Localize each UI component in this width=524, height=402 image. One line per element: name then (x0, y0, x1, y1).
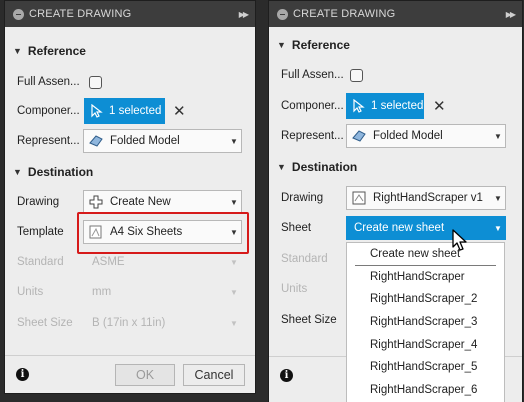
representation-row: Represent... Folded Model ▼ (5, 128, 255, 154)
mouse-pointer-icon (452, 229, 467, 251)
units-row: Units mm ▼ (5, 279, 255, 305)
menu-item-create-new-sheet[interactable]: Create new sheet (355, 243, 496, 266)
template-label: Template (17, 226, 64, 238)
components-row: Componer... 1 selected ✕ (269, 93, 522, 119)
info-icon[interactable]: i (280, 369, 293, 382)
chevron-down-icon: ▼ (494, 223, 502, 233)
reference-section-header[interactable]: ▼ Reference (269, 33, 522, 57)
reference-section-header[interactable]: ▼ Reference (5, 39, 255, 63)
full-assembly-label: Full Assen... (17, 76, 80, 88)
units-label: Units (281, 283, 308, 295)
representation-label: Represent... (17, 135, 80, 147)
representation-dropdown[interactable]: Folded Model ▼ (346, 124, 506, 148)
menu-item-sheet[interactable]: RightHandScraper_2 (347, 288, 504, 311)
sheet-dropdown[interactable]: Create new sheet ▼ (346, 216, 506, 240)
dialog-title: CREATE DRAWING (293, 8, 396, 20)
standard-dropdown: ASME ▼ (83, 250, 242, 274)
sheet-row: Sheet Create new sheet ▼ (269, 215, 522, 241)
chevron-down-icon: ▼ (230, 287, 238, 297)
clear-x-icon[interactable]: ✕ (173, 102, 186, 120)
expand-icon[interactable]: ▶▶ (506, 10, 516, 19)
select-cursor-icon (353, 99, 365, 113)
full-assembly-checkbox[interactable] (350, 68, 363, 82)
sheet-size-row: Sheet Size B (17in x 11in) ▼ (5, 310, 255, 336)
full-assembly-row: Full Assen... (269, 62, 522, 88)
chevron-down-icon: ▼ (230, 257, 238, 267)
components-label: Componer... (17, 105, 80, 117)
sheet-dropdown-menu: Create new sheet RightHandScraper RightH… (346, 242, 505, 402)
sheet-label: Sheet (281, 222, 312, 234)
template-dropdown[interactable]: A4 Six Sheets ▼ (83, 220, 242, 244)
standard-label: Standard (17, 256, 64, 268)
full-assembly-label: Full Assen... (281, 69, 344, 81)
menu-item-sheet[interactable]: RightHandScraper_6 (347, 379, 504, 402)
dialog-title: CREATE DRAWING (29, 8, 132, 20)
cancel-button[interactable]: Cancel (183, 363, 245, 386)
sheet-size-label: Sheet Size (281, 314, 337, 326)
sheet-size-label: Sheet Size (17, 317, 73, 329)
dialog-titlebar[interactable]: CREATE DRAWING ▶▶ (5, 1, 255, 27)
chevron-down-icon: ▼ (494, 131, 502, 141)
chevron-down-icon: ▼ (494, 193, 502, 203)
create-new-plus-icon (88, 194, 104, 210)
units-dropdown: mm ▼ (83, 280, 242, 304)
components-select-button[interactable]: 1 selected (346, 93, 424, 119)
components-row: Componer... 1 selected ✕ (5, 98, 255, 124)
chevron-down-icon: ▼ (230, 136, 238, 146)
units-label: Units (17, 286, 44, 298)
chevron-down-icon: ▼ (230, 227, 238, 237)
dialog-titlebar[interactable]: CREATE DRAWING ▶▶ (269, 1, 522, 27)
collapse-triangle-icon: ▼ (277, 40, 286, 50)
full-assembly-row: Full Assen... (5, 69, 255, 95)
chevron-down-icon: ▼ (230, 318, 238, 328)
components-label: Componer... (281, 100, 344, 112)
create-drawing-dialog-left: CREATE DRAWING ▶▶ ▼ Reference Full Assen… (4, 0, 256, 394)
select-cursor-icon (91, 104, 103, 118)
chevron-down-icon: ▼ (230, 197, 238, 207)
standard-label: Standard (281, 253, 328, 265)
collapse-triangle-icon: ▼ (13, 167, 22, 177)
folded-model-icon (351, 128, 367, 144)
representation-dropdown[interactable]: Folded Model ▼ (83, 129, 242, 153)
info-icon[interactable]: i (16, 368, 29, 381)
expand-icon[interactable]: ▶▶ (239, 10, 249, 19)
collapse-triangle-icon: ▼ (13, 46, 22, 56)
clear-x-icon[interactable]: ✕ (433, 97, 446, 115)
collapse-icon[interactable] (13, 8, 24, 20)
menu-item-sheet[interactable]: RightHandScraper_5 (347, 356, 504, 379)
drawing-label: Drawing (17, 196, 60, 208)
drawing-row: Drawing RightHandScraper v1 ▼ (269, 185, 522, 211)
destination-section-header[interactable]: ▼ Destination (5, 160, 255, 184)
menu-item-sheet[interactable]: RightHandScraper_3 (347, 311, 504, 334)
drawing-label: Drawing (281, 192, 324, 204)
template-row: Template A4 Six Sheets ▼ (5, 219, 255, 245)
collapse-triangle-icon: ▼ (277, 162, 286, 172)
collapse-icon[interactable] (277, 8, 288, 20)
drawing-doc-icon (351, 190, 367, 206)
template-sheet-icon (88, 224, 104, 240)
drawing-dropdown[interactable]: RightHandScraper v1 ▼ (346, 186, 506, 210)
destination-section-header[interactable]: ▼ Destination (269, 155, 522, 179)
menu-item-sheet[interactable]: RightHandScraper_4 (347, 334, 504, 357)
menu-item-sheet[interactable]: RightHandScraper (347, 266, 504, 289)
standard-row: Standard ASME ▼ (5, 249, 255, 275)
drawing-dropdown[interactable]: Create New ▼ (83, 190, 242, 214)
representation-row: Represent... Folded Model ▼ (269, 123, 522, 149)
full-assembly-checkbox[interactable] (89, 75, 102, 89)
ok-button[interactable]: OK (115, 363, 175, 386)
dialog-footer: i OK Cancel (5, 355, 255, 393)
sheet-size-dropdown: B (17in x 11in) ▼ (83, 311, 242, 335)
components-select-button[interactable]: 1 selected (84, 98, 165, 124)
folded-model-icon (88, 133, 104, 149)
representation-label: Represent... (281, 130, 344, 142)
